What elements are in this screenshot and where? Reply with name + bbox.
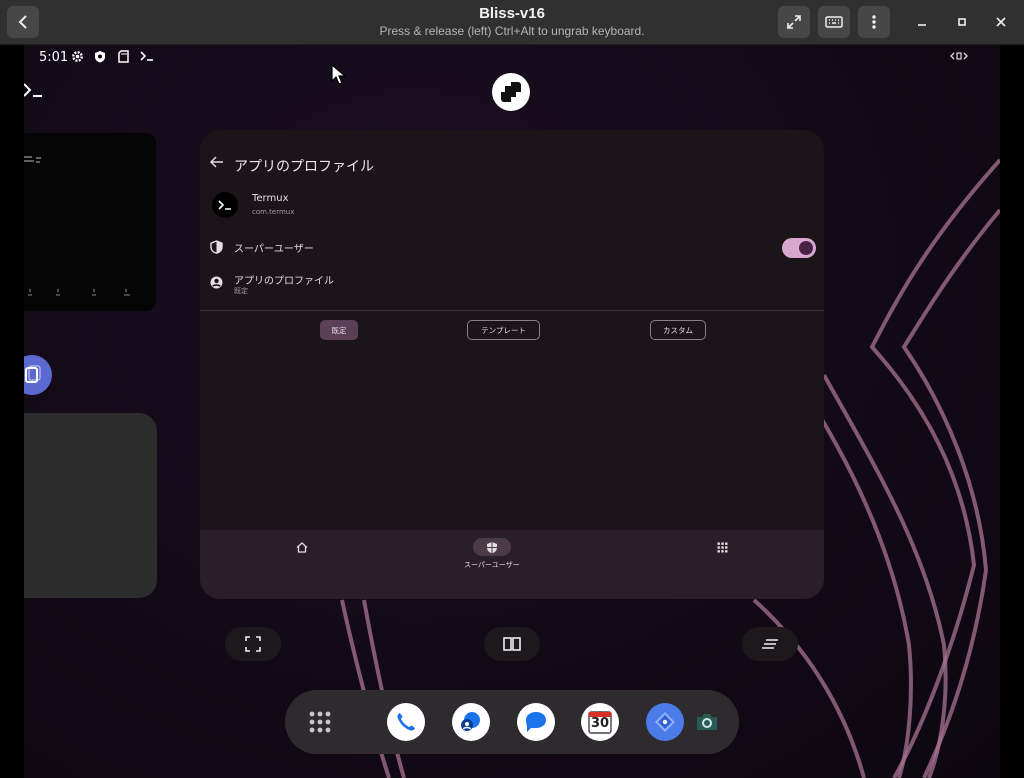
- camera-app[interactable]: [688, 703, 726, 741]
- nav-modules[interactable]: [703, 538, 741, 556]
- fullscreen-button[interactable]: [778, 6, 810, 38]
- status-bar: 5:01: [24, 45, 1000, 73]
- fullscreen-icon: [787, 15, 801, 29]
- termux-app-icon: [212, 192, 238, 218]
- messages-app[interactable]: [517, 703, 555, 741]
- phone-icon: [397, 713, 415, 731]
- shield-icon: [210, 240, 223, 254]
- switch-knob: [799, 241, 813, 255]
- clear-all-button[interactable]: [742, 627, 798, 661]
- nav-home-pill: [283, 538, 321, 556]
- superuser-label: スーパーユーザー: [234, 244, 314, 255]
- minimize-button[interactable]: [907, 7, 937, 37]
- segment-default[interactable]: 既定: [320, 320, 358, 340]
- app-window-icon: [25, 365, 41, 383]
- contacts-icon: [461, 712, 480, 731]
- apps-grid-icon: [717, 542, 727, 552]
- app-package: com.termux: [252, 208, 295, 216]
- maximize-icon: [958, 18, 966, 26]
- app-name: Termux: [252, 193, 289, 204]
- maps-icon: [655, 712, 675, 732]
- segment-custom[interactable]: カスタム: [650, 320, 706, 340]
- keyboard-button[interactable]: [818, 6, 850, 38]
- window-subtitle: Press & release (left) Ctrl+Alt to ungra…: [379, 24, 645, 38]
- keyboard-icon: [825, 16, 843, 28]
- segment-template[interactable]: テンプレート: [467, 320, 540, 340]
- app-profile-row[interactable]: アプリのプロファイル 既定: [200, 268, 824, 300]
- calendar-app[interactable]: 30: [581, 703, 619, 741]
- shield-icon: [486, 541, 497, 553]
- home-icon: [296, 541, 308, 553]
- back-arrow-icon[interactable]: [210, 156, 224, 168]
- dock: 30: [285, 690, 739, 754]
- account-circle-icon: [210, 276, 223, 289]
- screenshot-select-icon: [245, 636, 261, 652]
- status-time: 5:01: [39, 50, 69, 65]
- app-profile-label: アプリのプロファイル: [234, 276, 334, 287]
- nav-superuser-pill: [472, 538, 511, 556]
- nav-superuser-label: スーパーユーザー: [464, 561, 520, 569]
- app-top-bar: アプリのプロファイル: [200, 130, 824, 190]
- bottom-navigation: スーパーユーザー: [200, 530, 824, 599]
- close-icon: [996, 17, 1006, 27]
- peek-card-extra-keys: [28, 289, 130, 296]
- superuser-row[interactable]: スーパーユーザー: [200, 232, 824, 264]
- app-info-row: Termux com.termux: [210, 192, 810, 222]
- nav-home[interactable]: [283, 538, 321, 556]
- messages-icon: [526, 712, 546, 732]
- page-title: アプリのプロファイル: [234, 159, 374, 175]
- split-screen-button[interactable]: [484, 627, 540, 661]
- sd-card-icon: [118, 50, 129, 63]
- contacts-app[interactable]: [452, 703, 490, 741]
- phone-app[interactable]: [387, 703, 425, 741]
- terminal-icon: [140, 50, 154, 62]
- rotate-icon[interactable]: [950, 50, 968, 62]
- split-screen-icon: [503, 637, 521, 651]
- mouse-pointer-icon: [331, 64, 347, 85]
- camera-icon: [697, 714, 717, 730]
- kernelsu-app-icon: [501, 82, 521, 102]
- android-display[interactable]: 5:01 アプリのプロファイル Termux com.termux スーパーユー…: [24, 45, 1000, 778]
- app-drawer-icon: [309, 711, 331, 733]
- maps-app[interactable]: [646, 703, 684, 741]
- menu-dots-icon: [872, 15, 876, 29]
- menu-button[interactable]: [858, 6, 890, 38]
- superuser-switch[interactable]: [782, 238, 816, 258]
- settings-gear-icon: [71, 50, 84, 63]
- app-drawer-button[interactable]: [301, 703, 339, 741]
- back-button[interactable]: [7, 6, 39, 38]
- clear-all-icon: [762, 639, 778, 649]
- calendar-day: 30: [590, 716, 610, 731]
- shield-icon: [94, 50, 106, 63]
- back-icon: [18, 15, 27, 29]
- app-profile-value: 既定: [234, 287, 248, 295]
- recents-app-chip[interactable]: [492, 73, 530, 111]
- recent-task-card-left[interactable]: [24, 133, 156, 311]
- recent-task-card-left-2[interactable]: [24, 413, 157, 598]
- close-button[interactable]: [986, 7, 1016, 37]
- nav-superuser[interactable]: スーパーユーザー: [464, 538, 520, 570]
- window-header: Bliss-v16 Press & release (left) Ctrl+Al…: [0, 0, 1024, 45]
- divider: [200, 310, 824, 311]
- screenshot-select-button[interactable]: [225, 627, 281, 661]
- window-title: Bliss-v16: [479, 5, 545, 22]
- peek-card-text-lines: [24, 156, 41, 163]
- recent-task-card-main[interactable]: アプリのプロファイル Termux com.termux スーパーユーザー アプ…: [200, 130, 824, 599]
- minimize-icon: [918, 24, 926, 26]
- terminal-prompt-icon: [24, 83, 42, 97]
- maximize-button[interactable]: [947, 7, 977, 37]
- nav-modules-pill: [703, 538, 741, 556]
